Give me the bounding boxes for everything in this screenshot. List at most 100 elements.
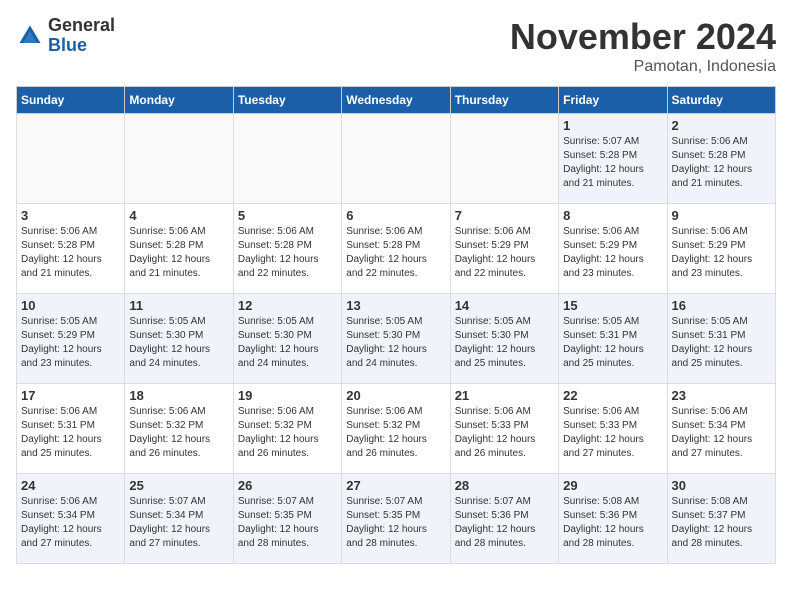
calendar-cell [233,114,341,204]
day-info: Sunrise: 5:06 AM Sunset: 5:33 PM Dayligh… [455,405,554,461]
calendar-cell: 11 Sunrise: 5:05 AM Sunset: 5:30 PM Dayli… [125,294,233,384]
day-info: Sunrise: 5:06 AM Sunset: 5:29 PM Dayligh… [563,225,662,281]
calendar-cell: 3 Sunrise: 5:06 AM Sunset: 5:28 PM Daylig… [17,204,125,294]
weekday-header-cell: Thursday [450,87,558,114]
calendar-cell: 24 Sunrise: 5:06 AM Sunset: 5:34 PM Dayli… [17,474,125,564]
calendar-cell [17,114,125,204]
day-number: 11 [129,298,228,313]
weekday-header-cell: Tuesday [233,87,341,114]
calendar-week-row: 3 Sunrise: 5:06 AM Sunset: 5:28 PM Daylig… [17,204,776,294]
calendar-cell [342,114,450,204]
calendar-body: 1 Sunrise: 5:07 AM Sunset: 5:28 PM Daylig… [17,114,776,564]
calendar-cell: 5 Sunrise: 5:06 AM Sunset: 5:28 PM Daylig… [233,204,341,294]
day-number: 28 [455,478,554,493]
calendar-cell: 17Sunrise: 5:06 AM Sunset: 5:31 PM Dayli… [17,384,125,474]
day-info: Sunrise: 5:05 AM Sunset: 5:30 PM Dayligh… [129,315,228,371]
weekday-header-cell: Friday [559,87,667,114]
calendar-cell [125,114,233,204]
weekday-header-cell: Saturday [667,87,775,114]
day-number: 30 [672,478,771,493]
calendar-cell: 7 Sunrise: 5:06 AM Sunset: 5:29 PM Daylig… [450,204,558,294]
day-number: 1 [563,118,662,133]
day-number: 15 [563,298,662,313]
logo: General Blue [16,16,115,56]
day-number: 8 [563,208,662,223]
weekday-header-cell: Sunday [17,87,125,114]
calendar-cell [450,114,558,204]
logo-general-text: General [48,15,115,35]
day-number: 22 [563,388,662,403]
day-number: 10 [21,298,120,313]
calendar-cell: 12 Sunrise: 5:05 AM Sunset: 5:30 PM Dayli… [233,294,341,384]
day-info: Sunrise: 5:07 AM Sunset: 5:34 PM Dayligh… [129,495,228,551]
day-info: Sunrise: 5:06 AM Sunset: 5:29 PM Dayligh… [455,225,554,281]
day-number: 7 [455,208,554,223]
day-info: Sunrise: 5:05 AM Sunset: 5:30 PM Dayligh… [238,315,337,371]
day-info: Sunrise: 5:06 AM Sunset: 5:34 PM Dayligh… [672,405,771,461]
day-number: 13 [346,298,445,313]
day-number: 16 [672,298,771,313]
calendar-cell: 23 Sunrise: 5:06 AM Sunset: 5:34 PM Dayli… [667,384,775,474]
day-info: Sunrise: 5:05 AM Sunset: 5:31 PM Dayligh… [563,315,662,371]
calendar-cell: 16 Sunrise: 5:05 AM Sunset: 5:31 PM Dayli… [667,294,775,384]
calendar-week-row: 1 Sunrise: 5:07 AM Sunset: 5:28 PM Daylig… [17,114,776,204]
day-number: 12 [238,298,337,313]
calendar-cell: 27Sunrise: 5:07 AM Sunset: 5:35 PM Dayli… [342,474,450,564]
day-info: Sunrise: 5:06 AM Sunset: 5:29 PM Dayligh… [672,225,771,281]
day-info: Sunrise: 5:06 AM Sunset: 5:32 PM Dayligh… [129,405,228,461]
day-info: Sunrise: 5:06 AM Sunset: 5:33 PM Dayligh… [563,405,662,461]
day-number: 25 [129,478,228,493]
calendar-week-row: 10 Sunrise: 5:05 AM Sunset: 5:29 PM Dayli… [17,294,776,384]
day-info: Sunrise: 5:07 AM Sunset: 5:28 PM Dayligh… [563,135,662,191]
day-info: Sunrise: 5:05 AM Sunset: 5:30 PM Dayligh… [455,315,554,371]
day-info: Sunrise: 5:05 AM Sunset: 5:31 PM Dayligh… [672,315,771,371]
calendar-cell: 29 Sunrise: 5:08 AM Sunset: 5:36 PM Dayli… [559,474,667,564]
calendar-cell: 15 Sunrise: 5:05 AM Sunset: 5:31 PM Dayli… [559,294,667,384]
calendar-cell: 26Sunrise: 5:07 AM Sunset: 5:35 PM Dayli… [233,474,341,564]
calendar-cell: 22 Sunrise: 5:06 AM Sunset: 5:33 PM Dayli… [559,384,667,474]
day-number: 5 [238,208,337,223]
day-number: 17 [21,388,120,403]
weekday-header-cell: Monday [125,87,233,114]
calendar-week-row: 17Sunrise: 5:06 AM Sunset: 5:31 PM Dayli… [17,384,776,474]
day-info: Sunrise: 5:06 AM Sunset: 5:28 PM Dayligh… [129,225,228,281]
day-number: 20 [346,388,445,403]
day-info: Sunrise: 5:06 AM Sunset: 5:34 PM Dayligh… [21,495,120,551]
day-number: 2 [672,118,771,133]
day-info: Sunrise: 5:06 AM Sunset: 5:32 PM Dayligh… [346,405,445,461]
calendar-cell: 9Sunrise: 5:06 AM Sunset: 5:29 PM Daylig… [667,204,775,294]
calendar-cell: 21 Sunrise: 5:06 AM Sunset: 5:33 PM Dayli… [450,384,558,474]
day-number: 29 [563,478,662,493]
calendar-cell: 10 Sunrise: 5:05 AM Sunset: 5:29 PM Dayli… [17,294,125,384]
day-info: Sunrise: 5:05 AM Sunset: 5:29 PM Dayligh… [21,315,120,371]
calendar-cell: 13Sunrise: 5:05 AM Sunset: 5:30 PM Dayli… [342,294,450,384]
title-area: November 2024 Pamotan, Indonesia [510,16,776,76]
day-number: 4 [129,208,228,223]
day-number: 24 [21,478,120,493]
calendar-cell: 2 Sunrise: 5:06 AM Sunset: 5:28 PM Daylig… [667,114,775,204]
calendar-cell: 19 Sunrise: 5:06 AM Sunset: 5:32 PM Dayli… [233,384,341,474]
calendar-cell: 25 Sunrise: 5:07 AM Sunset: 5:34 PM Dayli… [125,474,233,564]
calendar-cell: 8 Sunrise: 5:06 AM Sunset: 5:29 PM Daylig… [559,204,667,294]
calendar-week-row: 24 Sunrise: 5:06 AM Sunset: 5:34 PM Dayli… [17,474,776,564]
day-number: 3 [21,208,120,223]
day-info: Sunrise: 5:06 AM Sunset: 5:32 PM Dayligh… [238,405,337,461]
day-number: 14 [455,298,554,313]
calendar-cell: 4 Sunrise: 5:06 AM Sunset: 5:28 PM Daylig… [125,204,233,294]
day-number: 6 [346,208,445,223]
calendar-cell: 6Sunrise: 5:06 AM Sunset: 5:28 PM Daylig… [342,204,450,294]
day-info: Sunrise: 5:07 AM Sunset: 5:35 PM Dayligh… [346,495,445,551]
day-info: Sunrise: 5:06 AM Sunset: 5:28 PM Dayligh… [238,225,337,281]
day-number: 19 [238,388,337,403]
calendar-cell: 28Sunrise: 5:07 AM Sunset: 5:36 PM Dayli… [450,474,558,564]
day-number: 23 [672,388,771,403]
day-info: Sunrise: 5:08 AM Sunset: 5:37 PM Dayligh… [672,495,771,551]
day-info: Sunrise: 5:06 AM Sunset: 5:28 PM Dayligh… [672,135,771,191]
day-info: Sunrise: 5:08 AM Sunset: 5:36 PM Dayligh… [563,495,662,551]
day-number: 21 [455,388,554,403]
calendar-cell: 14 Sunrise: 5:05 AM Sunset: 5:30 PM Dayli… [450,294,558,384]
calendar-table: SundayMondayTuesdayWednesdayThursdayFrid… [16,86,776,564]
day-info: Sunrise: 5:07 AM Sunset: 5:35 PM Dayligh… [238,495,337,551]
day-info: Sunrise: 5:06 AM Sunset: 5:28 PM Dayligh… [21,225,120,281]
calendar-cell: 1 Sunrise: 5:07 AM Sunset: 5:28 PM Daylig… [559,114,667,204]
